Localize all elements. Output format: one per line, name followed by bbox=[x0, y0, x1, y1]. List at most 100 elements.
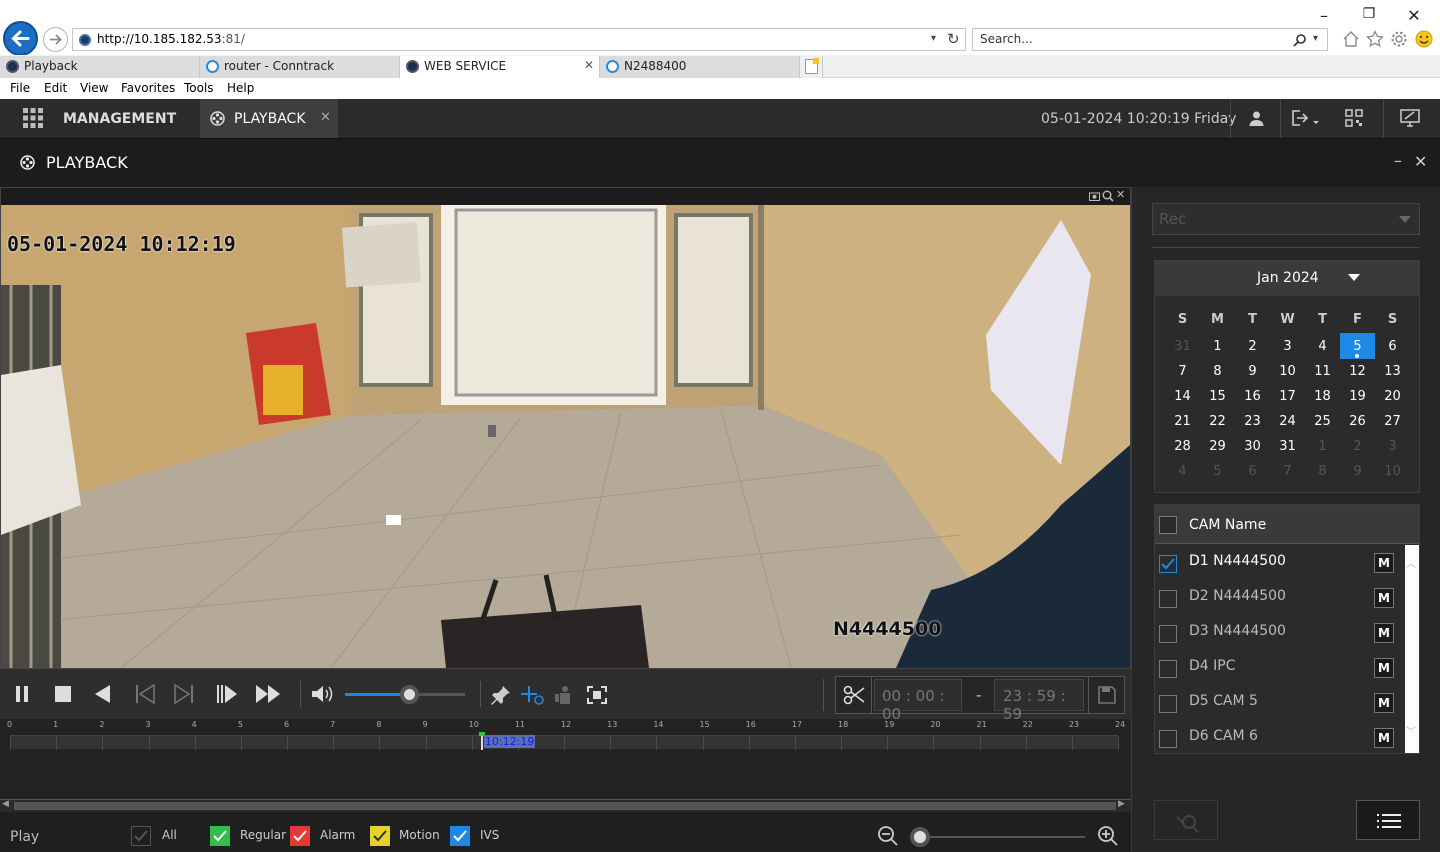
calendar-day[interactable]: 27 bbox=[1375, 412, 1410, 437]
calendar-day[interactable]: 18 bbox=[1305, 387, 1340, 412]
volume-slider[interactable] bbox=[345, 685, 465, 704]
calendar-day-outside-month[interactable]: 10 bbox=[1375, 462, 1410, 487]
record-type-select[interactable]: Rec bbox=[1152, 203, 1420, 235]
calendar-day-outside-month[interactable]: 6 bbox=[1235, 462, 1270, 487]
menu-edit[interactable]: Edit bbox=[44, 81, 67, 95]
close-video-icon[interactable]: ✕ bbox=[1116, 188, 1125, 201]
logout-icon[interactable] bbox=[1290, 109, 1320, 127]
calendar-day[interactable]: 28 bbox=[1165, 437, 1200, 462]
video-window[interactable]: ✕ 05-01-2024 10:12:19 N4444500 bbox=[0, 187, 1131, 669]
legend-all-checkbox[interactable] bbox=[131, 826, 151, 846]
close-window-icon[interactable]: ✕ bbox=[1404, 6, 1424, 25]
legend-alarm-checkbox[interactable] bbox=[290, 826, 310, 846]
camera-checkbox[interactable] bbox=[1159, 555, 1177, 573]
tab-web-service[interactable]: WEB SERVICE ✕ bbox=[400, 56, 600, 78]
camera-row[interactable]: D5 CAM 5 M bbox=[1155, 685, 1405, 720]
tab-n2488400[interactable]: N2488400 bbox=[600, 56, 800, 78]
favorites-star-icon[interactable] bbox=[1366, 30, 1384, 48]
smiley-feedback-icon[interactable] bbox=[1414, 29, 1434, 49]
grid-menu-icon[interactable] bbox=[23, 108, 43, 128]
calendar-day[interactable]: 3 bbox=[1270, 337, 1305, 362]
clip-button[interactable] bbox=[836, 677, 872, 713]
tab-router-conntrack[interactable]: router - Conntrack bbox=[200, 56, 400, 78]
close-tab-icon[interactable]: ✕ bbox=[584, 58, 594, 72]
menu-file[interactable]: File bbox=[10, 81, 30, 95]
scroll-left-icon[interactable]: ◀ bbox=[2, 799, 9, 809]
calendar-day[interactable]: 10 bbox=[1270, 362, 1305, 387]
camera-row[interactable]: D6 CAM 6 M bbox=[1155, 720, 1405, 755]
zoom-in-icon[interactable] bbox=[1097, 825, 1119, 847]
dropdown-icon[interactable]: ▾ bbox=[931, 33, 936, 44]
legend-ivs-checkbox[interactable] bbox=[450, 826, 470, 846]
minimize-panel-icon[interactable]: – bbox=[1394, 151, 1402, 170]
menu-help[interactable]: Help bbox=[227, 81, 254, 95]
calendar-day[interactable]: 19 bbox=[1340, 387, 1375, 412]
zoom-icon[interactable] bbox=[1102, 190, 1114, 202]
calendar-day[interactable]: 20 bbox=[1375, 387, 1410, 412]
search-dropdown-icon[interactable]: ▾ bbox=[1313, 33, 1318, 44]
home-icon[interactable] bbox=[1342, 30, 1360, 48]
monitor-icon[interactable] bbox=[1400, 109, 1420, 127]
calendar-day[interactable]: 21 bbox=[1165, 412, 1200, 437]
scroll-right-icon[interactable]: ▶ bbox=[1118, 799, 1125, 809]
timeline-bar[interactable] bbox=[10, 735, 1119, 750]
pause-icon[interactable] bbox=[14, 685, 30, 703]
clip-start-field[interactable]: 00 : 00 : 00 bbox=[874, 679, 962, 723]
calendar-day[interactable]: 11 bbox=[1305, 362, 1340, 387]
camera-list-scrollbar[interactable]: ︿ ﹀ bbox=[1405, 545, 1419, 753]
camera-row[interactable]: D1 N4444500 M bbox=[1155, 545, 1405, 580]
calendar-day[interactable]: 24 bbox=[1270, 412, 1305, 437]
camera-row[interactable]: D2 N4444500 M bbox=[1155, 580, 1405, 615]
calendar-day[interactable]: 14 bbox=[1165, 387, 1200, 412]
settings-gear-icon[interactable] bbox=[1390, 30, 1408, 48]
pin-icon[interactable] bbox=[490, 684, 512, 706]
camera-row[interactable]: D4 IPC M bbox=[1155, 650, 1405, 685]
camera-checkbox[interactable] bbox=[1159, 590, 1177, 608]
calendar-day[interactable]: 4 bbox=[1305, 337, 1340, 362]
calendar-day[interactable]: 25 bbox=[1305, 412, 1340, 437]
search-box[interactable]: Search... ▾ bbox=[972, 28, 1328, 51]
timeline[interactable]: 0 1 2 3 4 5 6 7 8 9 10 11 12 13 14 15 16 17 18 19 20 21 22 23 24… bbox=[0, 719, 1131, 799]
snapshot-icon[interactable] bbox=[1089, 191, 1100, 201]
camera-checkbox[interactable] bbox=[1159, 695, 1177, 713]
address-bar[interactable]: http://10.185.182.53:81/ ▾ ↻ bbox=[72, 28, 966, 51]
calendar-day-outside-month[interactable]: 5 bbox=[1200, 462, 1235, 487]
close-tab-icon[interactable]: ✕ bbox=[320, 110, 331, 125]
camera-checkbox[interactable] bbox=[1159, 660, 1177, 678]
calendar-day[interactable]: 6 bbox=[1375, 337, 1410, 362]
zoom-knob[interactable] bbox=[910, 827, 930, 847]
calendar-day-outside-month[interactable]: 1 bbox=[1305, 437, 1340, 462]
ivs-person-icon[interactable] bbox=[554, 684, 576, 706]
menu-favorites[interactable]: Favorites bbox=[121, 81, 175, 95]
camera-row[interactable]: D3 N4444500 M bbox=[1155, 615, 1405, 650]
calendar-day[interactable]: 2 bbox=[1235, 337, 1270, 362]
calendar-day[interactable]: 31 bbox=[1270, 437, 1305, 462]
close-panel-icon[interactable]: ✕ bbox=[1414, 152, 1427, 171]
calendar-day[interactable]: 22 bbox=[1200, 412, 1235, 437]
previous-frame-icon[interactable] bbox=[135, 684, 155, 704]
calendar-day-outside-month[interactable]: 8 bbox=[1305, 462, 1340, 487]
smart-search-icon[interactable] bbox=[520, 684, 546, 706]
camera-mode-button[interactable]: M bbox=[1374, 658, 1394, 678]
volume-icon[interactable] bbox=[311, 684, 335, 704]
camera-mode-button[interactable]: M bbox=[1374, 728, 1394, 748]
calendar-day[interactable]: 16 bbox=[1235, 387, 1270, 412]
timeline-zoom-slider[interactable] bbox=[910, 827, 1085, 847]
timeline-scrollbar[interactable]: ◀ ▶ bbox=[0, 799, 1131, 812]
play-reverse-icon[interactable] bbox=[93, 684, 111, 704]
scroll-down-icon[interactable]: ﹀ bbox=[1406, 723, 1416, 738]
scroll-thumb[interactable] bbox=[14, 802, 1116, 810]
menu-view[interactable]: View bbox=[80, 81, 108, 95]
calendar-day[interactable]: 15 bbox=[1200, 387, 1235, 412]
calendar-day[interactable]: 1 bbox=[1200, 337, 1235, 362]
camera-mode-button[interactable]: M bbox=[1374, 623, 1394, 643]
save-clip-button[interactable] bbox=[1088, 677, 1124, 713]
legend-motion-checkbox[interactable] bbox=[370, 826, 390, 846]
clip-end-field[interactable]: 23 : 59 : 59 bbox=[994, 679, 1084, 723]
select-all-checkbox[interactable] bbox=[1159, 516, 1177, 534]
user-icon[interactable] bbox=[1248, 110, 1265, 127]
calendar-day[interactable]: 29 bbox=[1200, 437, 1235, 462]
calendar-day[interactable]: 12 bbox=[1340, 362, 1375, 387]
calendar-day[interactable]: 13 bbox=[1375, 362, 1410, 387]
calendar-header[interactable]: Jan 2024 bbox=[1155, 261, 1419, 296]
